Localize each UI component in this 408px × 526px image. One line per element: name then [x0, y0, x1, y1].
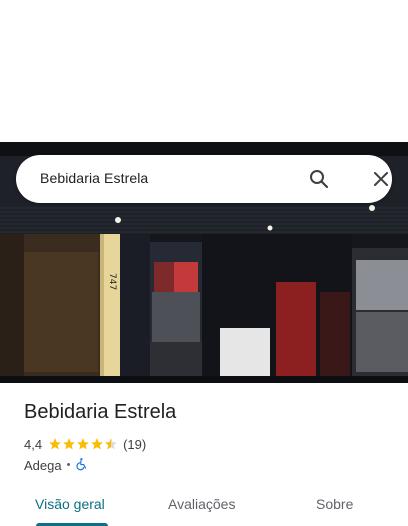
- review-count[interactable]: (19): [123, 437, 146, 452]
- search-bar[interactable]: Bebidaria Estrela: [16, 155, 392, 203]
- rating-row[interactable]: 4,4 (19): [24, 435, 146, 453]
- tab-overview[interactable]: Visão geral: [35, 496, 105, 512]
- close-icon[interactable]: [369, 167, 393, 191]
- star-icon: [91, 438, 103, 450]
- wheelchair-icon[interactable]: [75, 457, 89, 474]
- category-row: Adega •: [24, 456, 89, 474]
- separator-dot: •: [66, 459, 71, 471]
- star-icon: [63, 438, 75, 450]
- star-rating: [48, 437, 118, 451]
- place-category[interactable]: Adega: [24, 458, 62, 473]
- search-query-text[interactable]: Bebidaria Estrela: [40, 170, 148, 186]
- star-icon: [77, 438, 89, 450]
- rating-value: 4,4: [24, 436, 43, 452]
- tab-reviews[interactable]: Avaliações: [168, 496, 235, 512]
- star-half-icon: [105, 438, 117, 450]
- map-blank-area: [0, 0, 408, 142]
- svg-text:747: 747: [107, 273, 117, 290]
- place-title: Bebidaria Estrela: [24, 401, 177, 423]
- star-icon: [49, 438, 61, 450]
- tab-about[interactable]: Sobre: [316, 496, 353, 512]
- search-icon[interactable]: [307, 167, 331, 191]
- place-tabs: Visão geral Avaliações Sobre: [0, 486, 408, 526]
